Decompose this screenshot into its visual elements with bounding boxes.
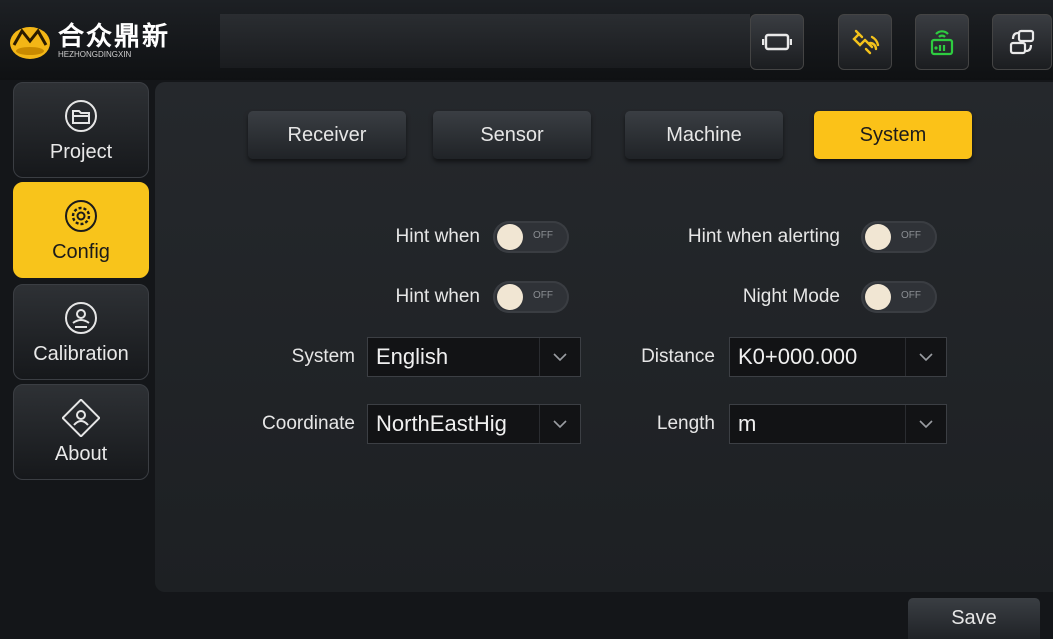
system-label: System xyxy=(291,346,355,367)
sidebar-item-calibration[interactable]: Calibration xyxy=(13,284,149,380)
screen-frame-button[interactable] xyxy=(750,14,804,70)
settings-gear-icon xyxy=(65,199,97,232)
hint-when-toggle-2[interactable]: OFF xyxy=(493,281,569,313)
hint-when-label: Hint when xyxy=(395,226,481,247)
tab-sensor[interactable]: Sensor xyxy=(433,111,591,159)
top-bar: 合众鼎新 HEZHONGDINGXIN xyxy=(0,0,1053,80)
length-label: Length xyxy=(656,413,715,434)
toggle-knob xyxy=(865,224,891,250)
tab-machine[interactable]: Machine xyxy=(625,111,783,159)
sidebar-item-label: Project xyxy=(49,140,113,163)
select-value: m xyxy=(738,411,757,436)
device-switch-button[interactable] xyxy=(992,14,1052,70)
length-unit-select[interactable]: m xyxy=(729,404,947,444)
calibration-icon xyxy=(65,301,97,334)
satellite-icon xyxy=(852,29,880,55)
sidebar-item-label: Config xyxy=(52,240,110,263)
night-mode-toggle[interactable]: OFF xyxy=(861,281,937,313)
distance-select[interactable]: K0+000.000 xyxy=(729,337,947,377)
coordinate-label: Coordinate xyxy=(262,413,355,434)
brand-logo: 合众鼎新 HEZHONGDINGXIN xyxy=(8,14,216,68)
toggle-state: OFF xyxy=(533,290,553,301)
folder-icon xyxy=(65,99,97,132)
settings-panel: Receiver Sensor Machine System Hint when… xyxy=(155,82,1053,592)
brand-name-en: HEZHONGDINGXIN xyxy=(58,50,132,59)
save-button[interactable]: Save xyxy=(908,598,1040,639)
select-value: English xyxy=(376,344,449,369)
chevron-down-icon xyxy=(539,338,580,376)
hint-when-label-2: Hint when xyxy=(395,286,481,307)
toggle-state: OFF xyxy=(533,230,553,241)
distance-label: Distance xyxy=(641,346,715,367)
device-switch-icon xyxy=(1009,29,1035,55)
screen-frame-icon xyxy=(762,33,792,51)
select-value: K0+000.000 xyxy=(738,344,858,369)
toggle-knob xyxy=(865,284,891,310)
system-language-select[interactable]: English xyxy=(367,337,581,377)
night-mode-label: Night Mode xyxy=(742,286,840,307)
sidebar-item-config[interactable]: Config xyxy=(13,182,149,278)
select-value: NorthEastHig xyxy=(376,411,507,436)
sidebar-item-about[interactable]: About xyxy=(13,384,149,480)
hint-when-alerting-label: Hint when alerting xyxy=(687,226,840,247)
sidebar-item-label: Calibration xyxy=(33,342,129,365)
toggle-knob xyxy=(497,224,523,250)
coordinate-select[interactable]: NorthEastHig xyxy=(367,404,581,444)
satellite-button[interactable] xyxy=(838,14,892,70)
brand-name-cn: 合众鼎新 xyxy=(58,21,171,51)
about-icon xyxy=(62,398,100,437)
toggle-state: OFF xyxy=(901,230,921,241)
tab-receiver[interactable]: Receiver xyxy=(248,111,406,159)
tab-system[interactable]: System xyxy=(814,111,972,159)
chevron-down-icon xyxy=(905,405,946,443)
hint-when-toggle[interactable]: OFF xyxy=(493,221,569,253)
hint-when-alerting-toggle[interactable]: OFF xyxy=(861,221,937,253)
sidebar-item-label: About xyxy=(54,442,108,465)
toggle-state: OFF xyxy=(901,290,921,301)
radio-signal-button[interactable] xyxy=(915,14,969,70)
logo-mark-icon xyxy=(10,27,50,59)
chevron-down-icon xyxy=(905,338,946,376)
sidebar-item-project[interactable]: Project xyxy=(13,82,149,178)
chevron-down-icon xyxy=(539,405,580,443)
toggle-knob xyxy=(497,284,523,310)
radio-signal-icon xyxy=(930,30,954,56)
title-strip xyxy=(220,14,750,68)
